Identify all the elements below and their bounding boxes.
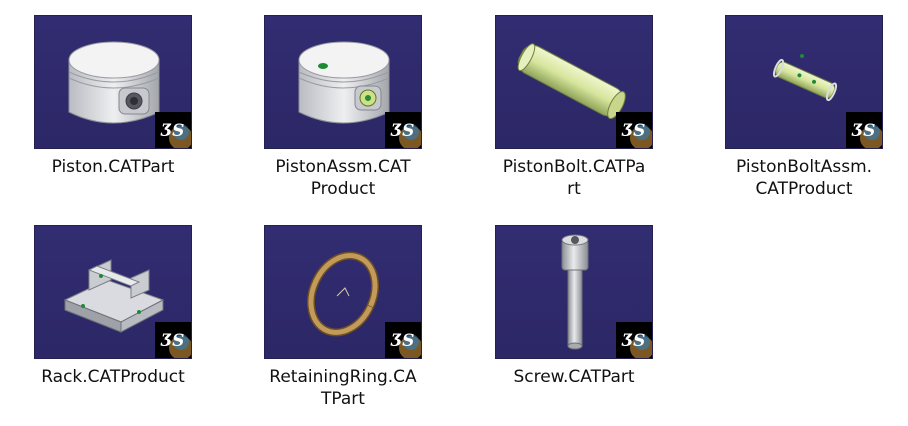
catia-3ds-badge-icon: ƷS (616, 112, 652, 148)
file-name-label: PistonBoltAssm. CATProduct (735, 157, 873, 199)
file-item-piston[interactable]: ƷS Piston.CATPart (13, 15, 213, 178)
catia-3ds-badge-icon: ƷS (155, 322, 191, 358)
file-item-piston-assm[interactable]: ƷS PistonAssm.CAT Product (243, 15, 443, 200)
file-thumbnail: ƷS (264, 15, 422, 149)
file-item-rack[interactable]: ƷS Rack.CATProduct (13, 225, 213, 388)
file-item-piston-bolt-assm[interactable]: ƷS PistonBoltAssm. CATProduct (704, 15, 904, 200)
svg-text:ƷS: ƷS (621, 121, 645, 141)
file-thumbnail: ƷS (264, 225, 422, 359)
file-item-piston-bolt[interactable]: ƷS PistonBolt.CATPa rt (474, 15, 674, 200)
catia-3ds-badge-icon: ƷS (155, 112, 191, 148)
file-name-label: Screw.CATPart (513, 367, 635, 387)
file-name-label: RetainingRing.CA TPart (269, 367, 417, 409)
svg-text:ƷS: ƷS (390, 121, 414, 141)
file-thumbnail: ƷS (34, 15, 192, 149)
file-thumbnail: ƷS (495, 15, 653, 149)
catia-3ds-badge-icon: ƷS (846, 112, 882, 148)
file-name-label: PistonAssm.CAT Product (275, 157, 411, 199)
catia-3ds-badge-icon: ƷS (385, 322, 421, 358)
svg-text:ƷS: ƷS (390, 331, 414, 351)
file-name-label: PistonBolt.CATPa rt (502, 157, 646, 199)
file-name-label: Piston.CATPart (51, 157, 175, 177)
file-thumbnail: ƷS (34, 225, 192, 359)
catia-3ds-badge-icon: ƷS (385, 112, 421, 148)
svg-text:ƷS: ƷS (621, 331, 645, 351)
file-item-retaining-ring[interactable]: ƷS RetainingRing.CA TPart (243, 225, 443, 410)
svg-text:ƷS: ƷS (160, 121, 184, 141)
file-name-label: Rack.CATProduct (41, 367, 185, 387)
file-thumbnail: ƷS (495, 225, 653, 359)
file-item-screw[interactable]: ƷS Screw.CATPart (474, 225, 674, 388)
svg-text:ƷS: ƷS (851, 121, 875, 141)
file-thumbnail: ƷS (725, 15, 883, 149)
catia-3ds-badge-icon: ƷS (616, 322, 652, 358)
svg-text:ƷS: ƷS (160, 331, 184, 351)
